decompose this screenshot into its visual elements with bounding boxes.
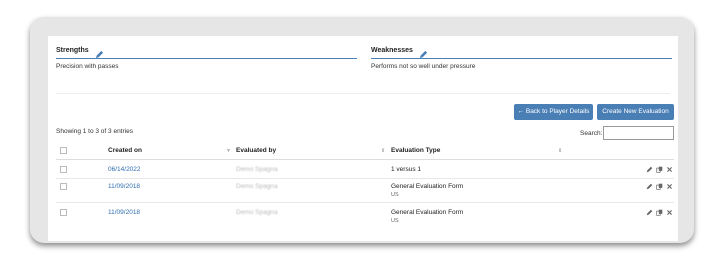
edit-icon[interactable] <box>646 166 653 173</box>
weaknesses-text: Performs not so well under pressure <box>371 63 476 70</box>
row-checkbox[interactable] <box>60 183 67 190</box>
row-actions <box>646 166 673 173</box>
table-row: 11/09/2018 Demo Spagna General Evaluatio… <box>56 179 674 203</box>
pencil-icon[interactable] <box>95 46 104 59</box>
edit-icon[interactable] <box>646 209 653 216</box>
delete-icon[interactable] <box>666 183 673 190</box>
strengths-section: Strengths Precision with passes <box>56 45 357 70</box>
evaluation-type-country: US <box>391 218 399 224</box>
table-row: 11/09/2018 Demo Spagna General Evaluatio… <box>56 203 674 229</box>
evaluated-by: Demo Spagna <box>236 166 278 173</box>
evaluation-type-name: 1 versus 1 <box>391 166 421 173</box>
delete-icon[interactable] <box>666 166 673 173</box>
evaluation-type: General Evaluation Form US <box>391 183 463 198</box>
entries-count: Showing 1 to 3 of 3 entries <box>56 128 133 135</box>
row-checkbox[interactable] <box>60 166 67 173</box>
table-row: 06/14/2022 Demo Spagna 1 versus 1 <box>56 160 674 179</box>
evaluation-type-country: US <box>391 192 399 198</box>
back-to-player-details-button[interactable]: ← Back to Player Details <box>514 104 593 120</box>
delete-icon[interactable] <box>666 209 673 216</box>
evaluations-table: Created on ▼ Evaluated by ⇕ Evaluation T… <box>56 142 674 229</box>
sort-icon[interactable]: ⇕ <box>558 148 562 154</box>
row-actions <box>646 183 673 190</box>
evaluation-type: 1 versus 1 <box>391 166 421 173</box>
table-header: Created on ▼ Evaluated by ⇕ Evaluation T… <box>56 142 674 160</box>
evaluation-card: Strengths Precision with passes Weakness… <box>48 36 678 241</box>
col-created-on[interactable]: Created on <box>108 147 142 154</box>
evaluation-type-name: General Evaluation Form <box>391 183 464 190</box>
create-new-evaluation-button[interactable]: Create New Evaluation <box>597 104 674 120</box>
created-on-link[interactable]: 06/14/2022 <box>108 166 141 173</box>
divider <box>56 93 670 94</box>
evaluation-type: General Evaluation Form US <box>391 209 463 224</box>
col-evaluation-type[interactable]: Evaluation Type <box>391 147 440 154</box>
sort-desc-icon[interactable]: ▼ <box>226 148 231 154</box>
strengths-title: Strengths <box>56 47 89 54</box>
row-actions <box>646 209 673 216</box>
evaluated-by: Demo Spagna <box>236 209 278 216</box>
created-on-link[interactable]: 11/09/2018 <box>108 209 140 216</box>
created-on-link[interactable]: 11/09/2018 <box>108 183 140 190</box>
col-evaluated-by[interactable]: Evaluated by <box>236 147 276 154</box>
evaluated-by: Demo Spagna <box>236 183 278 190</box>
row-checkbox[interactable] <box>60 209 67 216</box>
search-label: Search: <box>580 130 603 137</box>
copy-icon[interactable] <box>656 183 663 190</box>
weaknesses-section: Weaknesses Performs not so well under pr… <box>371 45 672 70</box>
evaluation-type-name: General Evaluation Form <box>391 209 464 216</box>
edit-icon[interactable] <box>646 183 653 190</box>
select-all-checkbox[interactable] <box>60 147 67 154</box>
strengths-text: Precision with passes <box>56 63 119 70</box>
sort-icon[interactable]: ⇕ <box>381 148 385 154</box>
copy-icon[interactable] <box>656 209 663 216</box>
copy-icon[interactable] <box>656 166 663 173</box>
search-input[interactable] <box>603 126 674 140</box>
pencil-icon[interactable] <box>419 46 428 59</box>
weaknesses-title: Weaknesses <box>371 47 413 54</box>
